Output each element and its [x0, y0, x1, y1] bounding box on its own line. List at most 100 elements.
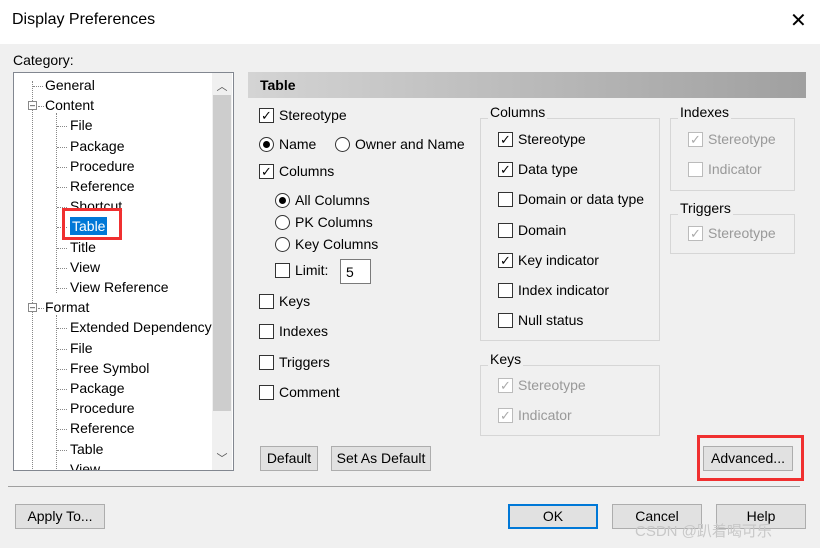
tree-line	[57, 368, 67, 370]
keys-label: Keys	[279, 293, 311, 309]
stereotype-label: Stereotype	[279, 107, 347, 123]
tree-line	[32, 81, 33, 470]
columns-domain-checkbox[interactable]	[498, 222, 513, 238]
indexes-indicator-label: Indicator	[708, 161, 762, 177]
pk-columns-label: PK Columns	[295, 214, 373, 230]
tree-line	[57, 187, 67, 188]
tree-line	[57, 247, 67, 249]
triggers-group-title: Triggers	[678, 200, 733, 216]
limit-label: Limit:	[295, 262, 329, 278]
owner-and-name-radio[interactable]	[335, 137, 350, 152]
limit-checkbox[interactable]	[275, 263, 290, 278]
columns-data-type-checkbox[interactable]: ✓	[498, 162, 513, 178]
comment-checkbox[interactable]	[259, 385, 274, 400]
keys-checkbox[interactable]	[259, 294, 274, 309]
tree-line	[57, 469, 67, 470]
scroll-up-icon[interactable]: ︿	[214, 78, 230, 94]
pk-columns-radio[interactable]	[275, 215, 290, 230]
owner-and-name-label: Owner and Name	[355, 136, 465, 152]
tree-line	[57, 146, 67, 148]
tree-item[interactable]: View	[70, 460, 100, 470]
columns-label: Columns	[279, 163, 335, 179]
columns-stereotype-checkbox[interactable]: ✓	[498, 132, 513, 147]
triggers-checkbox[interactable]	[259, 355, 274, 370]
watermark: CSDN @趴着喝可乐	[635, 523, 772, 540]
tree-item[interactable]: Reference	[70, 177, 135, 195]
tree-item[interactable]: Content	[45, 96, 94, 114]
tree-item[interactable]: Package	[70, 137, 124, 155]
tree-item[interactable]: Reference	[70, 419, 135, 437]
tree-line	[57, 126, 67, 128]
columns-null-status-label: Null status	[518, 312, 584, 329]
category-label: Category:	[13, 52, 74, 68]
close-icon[interactable]: ✕	[790, 8, 807, 33]
panel-header: Table	[248, 72, 806, 98]
indexes-group-title: Indexes	[678, 104, 732, 120]
default-button[interactable]: Default	[260, 446, 318, 471]
columns-domain-or-data-type-checkbox[interactable]	[498, 192, 513, 208]
tree-item[interactable]: Format	[45, 298, 89, 316]
tree-item[interactable]: View Reference	[70, 278, 169, 296]
tree-item[interactable]: Procedure	[70, 399, 135, 417]
columns-index-indicator-checkbox[interactable]	[498, 283, 513, 298]
indexes-checkbox[interactable]	[259, 324, 274, 339]
columns-key-indicator-label: Key indicator	[518, 251, 599, 268]
indexes-label: Indexes	[279, 323, 329, 339]
keys-stereotype-checkbox: ✓	[498, 378, 513, 393]
tree-line	[57, 389, 67, 390]
keys-stereotype-label: Stereotype	[518, 377, 586, 393]
tree-item[interactable]: Table	[70, 440, 103, 458]
tree-item[interactable]: Title	[70, 238, 96, 256]
tree-item[interactable]: Package	[70, 379, 124, 397]
tree-line	[33, 86, 43, 87]
columns-group-title: Columns	[488, 104, 548, 120]
set-as-default-button[interactable]: Set As Default	[331, 446, 431, 471]
columns-null-status-checkbox[interactable]	[498, 313, 513, 329]
apply-to-button[interactable]: Apply To...	[15, 504, 105, 529]
name-radio[interactable]	[259, 137, 274, 152]
key-columns-label: Key Columns	[295, 236, 379, 252]
tree-item[interactable]: Extended Dependency	[70, 318, 212, 336]
keys-indicator-checkbox: ✓	[498, 408, 513, 423]
name-label: Name	[279, 136, 317, 152]
tree-line	[57, 166, 67, 168]
tree-item[interactable]: View	[70, 258, 100, 276]
tree-item[interactable]: File	[70, 339, 93, 357]
tree-line	[57, 328, 67, 330]
tree-line	[57, 348, 67, 350]
columns-data-type-label: Data type	[518, 161, 578, 178]
indexes-group	[670, 118, 795, 191]
tree-line	[57, 267, 67, 269]
indexes-stereotype-label: Stereotype	[708, 131, 776, 147]
stereotype-checkbox[interactable]: ✓	[259, 108, 274, 123]
indexes-indicator-checkbox	[688, 162, 703, 177]
tree-item[interactable]: General	[45, 76, 95, 94]
ok-button[interactable]: OK	[508, 504, 598, 529]
key-columns-radio[interactable]	[275, 237, 290, 252]
collapse-icon[interactable]: –	[28, 101, 37, 111]
window-title: Display Preferences	[12, 11, 156, 28]
columns-domain-or-data-type-label: Domain or data type	[518, 191, 645, 208]
columns-index-indicator-label: Index indicator	[518, 282, 610, 298]
collapse-icon[interactable]: –	[28, 303, 37, 313]
scroll-down-icon[interactable]: ﹀	[214, 450, 230, 466]
columns-checkbox[interactable]: ✓	[259, 164, 274, 179]
tree-line	[57, 449, 67, 451]
columns-key-indicator-checkbox[interactable]: ✓	[498, 252, 513, 268]
all-columns-radio[interactable]	[275, 193, 290, 208]
scrollbar-thumb[interactable]	[213, 95, 231, 411]
triggers-stereotype-label: Stereotype	[708, 225, 776, 241]
tree-line	[56, 113, 57, 293]
tree-item[interactable]: Procedure	[70, 157, 135, 175]
tree-item[interactable]: File	[70, 116, 93, 134]
tree-line	[57, 429, 67, 431]
highlight-box-table	[62, 208, 122, 240]
tree-line	[57, 288, 67, 289]
triggers-stereotype-checkbox: ✓	[688, 226, 703, 241]
tree-item[interactable]: Free Symbol	[70, 359, 149, 377]
category-tree[interactable]: General – Content File Package Procedure Refer…	[13, 72, 234, 471]
highlight-box-advanced	[697, 435, 804, 481]
limit-input[interactable]	[340, 259, 371, 284]
keys-group-title: Keys	[488, 351, 524, 367]
keys-group	[480, 365, 660, 436]
